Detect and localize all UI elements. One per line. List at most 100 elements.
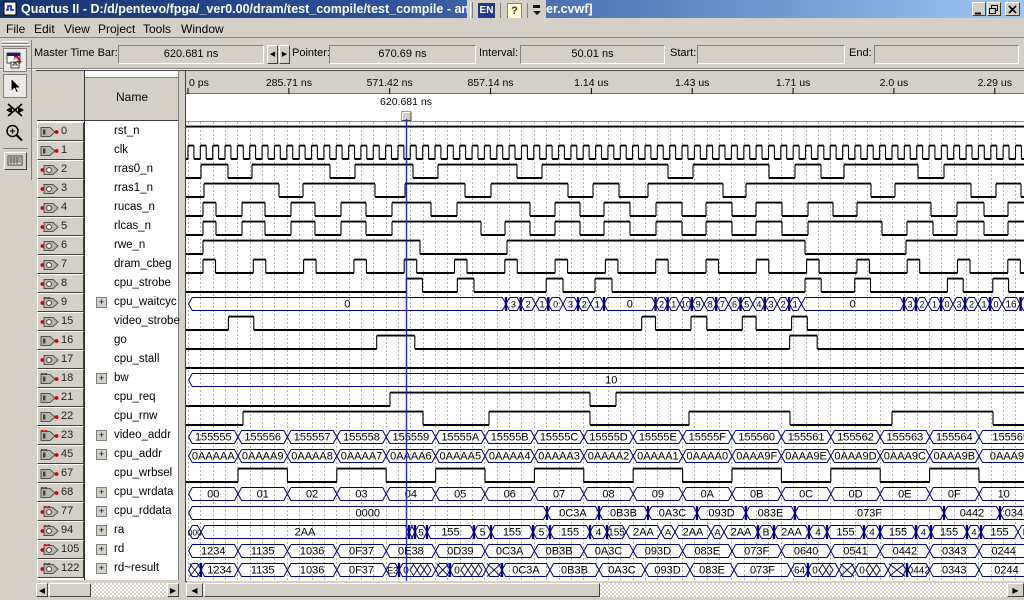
svg-text:3: 3: [511, 300, 516, 310]
svg-text:155559: 155559: [393, 432, 430, 444]
svg-text:0AAAA8: 0AAAA8: [291, 451, 333, 463]
svg-text:15555E: 15555E: [639, 432, 677, 444]
svg-text:0AAA9E: 0AAA9E: [785, 451, 827, 463]
svg-text:2AA: 2AA: [731, 527, 752, 539]
svg-text:0AAA9C: 0AAA9C: [884, 451, 926, 463]
svg-text:5: 5: [744, 300, 749, 310]
svg-text:3: 3: [907, 300, 912, 310]
svg-text:1.14 us: 1.14 us: [574, 77, 608, 89]
svg-text:0AAAA6: 0AAAA6: [390, 451, 432, 463]
svg-text:15555B: 15555B: [491, 432, 529, 444]
svg-text:155: 155: [889, 527, 907, 539]
svg-text:A: A: [714, 528, 720, 538]
svg-text:0F37: 0F37: [349, 546, 374, 558]
svg-text:571.42 ns: 571.42 ns: [367, 77, 413, 89]
svg-text:4: 4: [869, 528, 875, 539]
svg-text:A: A: [665, 528, 671, 538]
svg-text:1036: 1036: [300, 565, 324, 577]
svg-text:0 ps: 0 ps: [189, 77, 209, 89]
svg-text:3: 3: [568, 300, 573, 310]
svg-text:4: 4: [815, 528, 821, 539]
svg-text:64: 64: [794, 566, 806, 577]
svg-text:0D39: 0D39: [447, 546, 473, 558]
svg-text:0343: 0343: [942, 546, 966, 558]
svg-text:083E: 083E: [699, 565, 725, 577]
svg-text:1: 1: [932, 300, 937, 310]
svg-text:0A3C: 0A3C: [595, 546, 623, 558]
svg-text:155: 155: [608, 528, 625, 539]
svg-text:155564: 155564: [936, 432, 973, 444]
svg-text:0AAAA4: 0AAAA4: [489, 451, 531, 463]
svg-text:0: 0: [454, 566, 460, 577]
svg-text:0: 0: [627, 299, 633, 311]
svg-text:155563: 155563: [887, 432, 924, 444]
svg-text:1: 1: [793, 300, 798, 310]
svg-text:0343: 0343: [942, 565, 966, 577]
svg-text:07: 07: [553, 489, 565, 501]
svg-text:0B: 0B: [750, 489, 763, 501]
svg-text:00: 00: [207, 489, 219, 501]
svg-text:0E: 0E: [898, 489, 911, 501]
svg-text:2: 2: [969, 300, 974, 310]
svg-text:073F: 073F: [744, 546, 769, 558]
svg-text:0AAAA3: 0AAAA3: [538, 451, 580, 463]
svg-text:0B3B: 0B3B: [546, 546, 573, 558]
svg-text:02: 02: [306, 489, 318, 501]
svg-text:9: 9: [696, 300, 701, 310]
svg-text:0A3C: 0A3C: [608, 565, 636, 577]
svg-text:0541: 0541: [843, 546, 867, 558]
svg-text:1.43 us: 1.43 us: [675, 77, 709, 89]
svg-text:03: 03: [355, 489, 367, 501]
svg-text:B: B: [763, 528, 770, 539]
svg-text:15555A: 15555A: [441, 432, 480, 444]
svg-text:2: 2: [526, 300, 531, 310]
svg-text:2: 2: [919, 300, 924, 310]
svg-text:0000: 0000: [356, 508, 380, 520]
svg-text:0244: 0244: [991, 546, 1015, 558]
svg-text:1234: 1234: [207, 565, 231, 577]
svg-text:7: 7: [720, 300, 725, 310]
svg-text:0AAA9F: 0AAA9F: [736, 451, 777, 463]
svg-text:0442: 0442: [893, 546, 917, 558]
svg-text:15555D: 15555D: [589, 432, 628, 444]
svg-text:0AAAA0: 0AAAA0: [687, 451, 729, 463]
svg-text:155: 155: [836, 527, 854, 539]
svg-text:10: 10: [681, 300, 691, 310]
svg-text:0E38: 0E38: [398, 546, 424, 558]
svg-text:155560: 155560: [738, 432, 775, 444]
svg-text:0AAAA7: 0AAAA7: [341, 451, 383, 463]
svg-text:1: 1: [671, 300, 676, 310]
svg-text:5: 5: [539, 528, 545, 539]
svg-text:1135: 1135: [251, 546, 275, 558]
svg-text:0B3B: 0B3B: [610, 508, 637, 520]
svg-text:155556: 155556: [244, 432, 281, 444]
svg-text:8: 8: [708, 300, 713, 310]
svg-text:155561: 155561: [788, 432, 825, 444]
svg-text:155: 155: [503, 527, 521, 539]
svg-text:0A3C: 0A3C: [659, 508, 687, 520]
svg-text:1.71 us: 1.71 us: [776, 77, 810, 89]
svg-text:2AA: 2AA: [633, 527, 654, 539]
svg-text:155: 155: [940, 527, 958, 539]
svg-text:0B3B: 0B3B: [561, 565, 588, 577]
svg-text:083E: 083E: [694, 546, 720, 558]
svg-text:0A: 0A: [701, 489, 715, 501]
svg-text:155555: 155555: [195, 432, 232, 444]
svg-text:0640: 0640: [794, 546, 818, 558]
svg-text:073F: 073F: [750, 565, 775, 577]
svg-text:E3: E3: [387, 566, 398, 576]
svg-text:0: 0: [344, 299, 350, 311]
svg-text:0C: 0C: [799, 489, 813, 501]
svg-text:05: 05: [454, 489, 466, 501]
svg-text:073F: 073F: [857, 508, 882, 520]
svg-text:155557: 155557: [294, 432, 331, 444]
svg-text:155565: 155565: [992, 432, 1024, 444]
svg-text:2AA: 2AA: [295, 527, 316, 539]
svg-text:1: 1: [539, 300, 544, 310]
svg-text:1135: 1135: [251, 565, 275, 577]
svg-text:0C3A: 0C3A: [496, 546, 524, 558]
svg-text:5: 5: [418, 528, 423, 538]
svg-text:6: 6: [732, 300, 737, 310]
svg-text:4: 4: [971, 528, 976, 538]
svg-text:0343: 0343: [1005, 508, 1024, 520]
